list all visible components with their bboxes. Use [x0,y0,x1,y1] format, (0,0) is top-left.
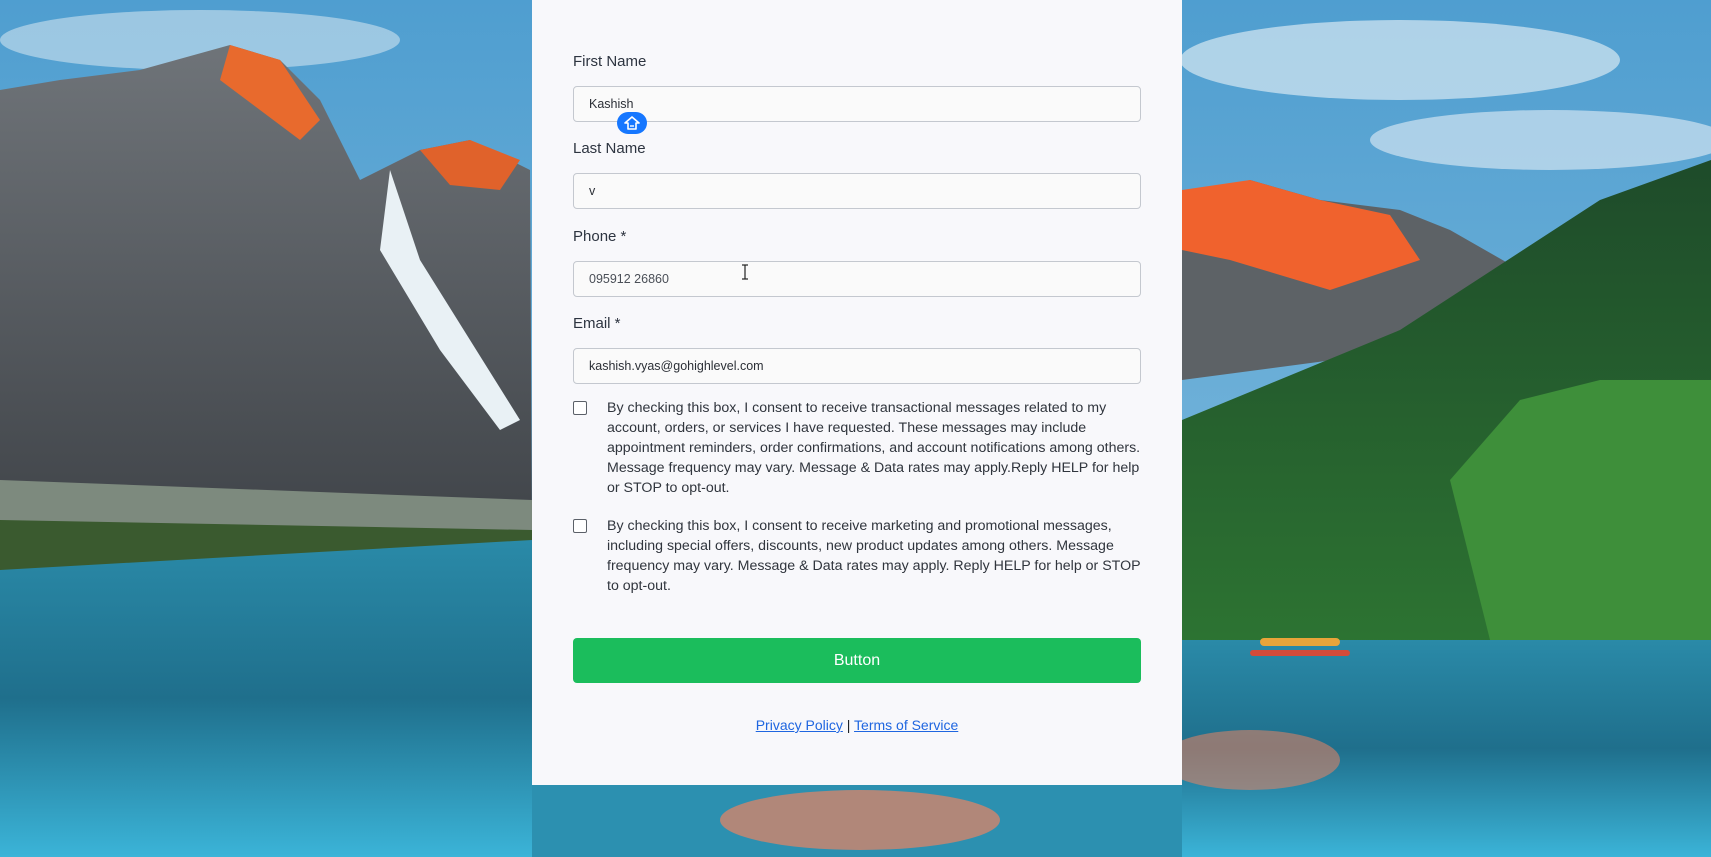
marketing-consent-text: By checking this box, I consent to recei… [607,518,1141,594]
marketing-consent: By checking this box, I consent to recei… [573,516,1148,596]
privacy-policy-link[interactable]: Privacy Policy [756,717,843,733]
link-separator: | [846,717,851,733]
form-card: First Name Last Name Phone * Email * [532,0,1182,785]
transactional-consent: By checking this box, I consent to recei… [573,398,1148,498]
phone-input[interactable] [573,261,1141,297]
transactional-consent-checkbox[interactable] [573,401,587,415]
first-name-label: First Name [573,53,647,70]
last-name-label: Last Name [573,140,646,157]
text-cursor-icon [742,264,748,280]
last-name-field: Last Name [573,139,1141,209]
phone-field: Phone * [573,227,1141,297]
terms-of-service-link[interactable]: Terms of Service [854,717,958,733]
marketing-consent-checkbox[interactable] [573,519,587,533]
email-label: Email * [573,315,621,332]
email-field: Email * [573,314,1141,384]
footer-links: Privacy Policy | Terms of Service [532,717,1182,733]
first-name-input[interactable] [573,86,1141,122]
page: First Name Last Name Phone * Email * [0,0,1711,857]
autofill-house-icon [624,116,640,130]
email-input[interactable] [573,348,1141,384]
submit-button[interactable]: Button [573,638,1141,683]
first-name-field: First Name [573,52,1141,122]
autofill-badge[interactable] [617,112,647,134]
phone-label: Phone * [573,228,627,245]
transactional-consent-text: By checking this box, I consent to recei… [607,400,1141,496]
last-name-input[interactable] [573,173,1141,209]
